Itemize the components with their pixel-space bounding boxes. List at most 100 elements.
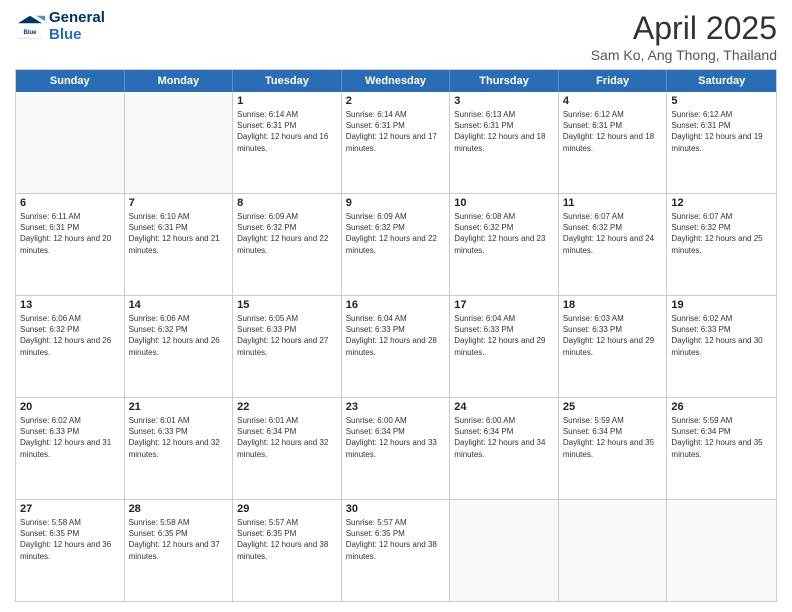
logo-general: General xyxy=(49,10,105,27)
calendar-cell-day-28: 28Sunrise: 5:58 AM Sunset: 6:35 PM Dayli… xyxy=(125,500,234,601)
sun-info: Sunrise: 6:05 AM Sunset: 6:33 PM Dayligh… xyxy=(237,313,337,358)
day-number: 15 xyxy=(237,299,337,311)
day-number: 17 xyxy=(454,299,554,311)
calendar-cell-day-22: 22 Sunrise: 6:01 AM Sunset: 6:34 PM Dayli… xyxy=(233,398,342,499)
sun-info: Sunrise: 6:06 AM Sunset: 6:32 PM Dayligh… xyxy=(20,313,120,358)
calendar-row-3: 13 Sunrise: 6:06 AM Sunset: 6:32 PM Dayli… xyxy=(16,296,776,398)
day-number: 14 xyxy=(129,299,229,311)
sun-info: Sunrise: 6:01 AM Sunset: 6:33 PM Dayligh… xyxy=(129,415,229,460)
sun-info: Sunrise: 6:07 AM Sunset: 6:32 PM Dayligh… xyxy=(671,211,772,256)
calendar-row-1: 1 Sunrise: 6:14 AM Sunset: 6:31 PM Daylig… xyxy=(16,92,776,194)
day-number: 25 xyxy=(563,401,663,413)
day-number: 12 xyxy=(671,197,772,209)
calendar-cell-empty xyxy=(125,92,234,193)
calendar-cell-empty xyxy=(450,500,559,601)
calendar-cell-day-12: 12 Sunrise: 6:07 AM Sunset: 6:32 PM Dayli… xyxy=(667,194,776,295)
calendar-cell-day-1: 1 Sunrise: 6:14 AM Sunset: 6:31 PM Daylig… xyxy=(233,92,342,193)
day-number: 30 xyxy=(346,503,446,515)
calendar-cell-day-27: 27 Sunrise: 5:58 AM Sunset: 6:35 PM Dayli… xyxy=(16,500,125,601)
day-number: 22 xyxy=(237,401,337,413)
sun-info: Sunrise: 5:59 AM Sunset: 6:34 PM Dayligh… xyxy=(563,415,663,460)
calendar-cell-day-9: 9 Sunrise: 6:09 AM Sunset: 6:32 PM Daylig… xyxy=(342,194,451,295)
sun-info: Sunrise: 5:58 AM Sunset: 6:35 PM Dayligh… xyxy=(20,517,120,562)
sun-info: Sunrise: 6:10 AM Sunset: 6:31 PM Dayligh… xyxy=(129,211,229,256)
calendar-cell-day-17: 17 Sunrise: 6:04 AM Sunset: 6:33 PM Dayli… xyxy=(450,296,559,397)
day-number: 1 xyxy=(237,95,337,107)
calendar-cell-empty xyxy=(16,92,125,193)
day-number: 27 xyxy=(20,503,120,515)
logo-icon: Blue xyxy=(15,12,45,42)
weekday-header-saturday: Saturday xyxy=(667,70,776,92)
sun-info: Sunrise: 6:13 AM Sunset: 6:31 PM Dayligh… xyxy=(454,109,554,154)
day-number: 24 xyxy=(454,401,554,413)
calendar-cell-day-13: 13 Sunrise: 6:06 AM Sunset: 6:32 PM Dayli… xyxy=(16,296,125,397)
sun-info: Sunrise: 6:07 AM Sunset: 6:32 PM Dayligh… xyxy=(563,211,663,256)
logo-text: General Blue xyxy=(49,10,105,43)
calendar-cell-day-11: 11 Sunrise: 6:07 AM Sunset: 6:32 PM Dayli… xyxy=(559,194,668,295)
sun-info: Sunrise: 6:03 AM Sunset: 6:33 PM Dayligh… xyxy=(563,313,663,358)
day-number: 26 xyxy=(671,401,772,413)
calendar-cell-day-23: 23 Sunrise: 6:00 AM Sunset: 6:34 PM Dayli… xyxy=(342,398,451,499)
sun-info: Sunrise: 6:11 AM Sunset: 6:31 PM Dayligh… xyxy=(20,211,120,256)
sun-info: Sunrise: 6:04 AM Sunset: 6:33 PM Dayligh… xyxy=(454,313,554,358)
sun-info: Sunrise: 6:06 AM Sunset: 6:32 PM Dayligh… xyxy=(129,313,229,358)
sun-info: Sunrise: 6:08 AM Sunset: 6:32 PM Dayligh… xyxy=(454,211,554,256)
svg-text:Blue: Blue xyxy=(23,29,37,35)
sun-info: Sunrise: 6:02 AM Sunset: 6:33 PM Dayligh… xyxy=(671,313,772,358)
sun-info: Sunrise: 6:12 AM Sunset: 6:31 PM Dayligh… xyxy=(671,109,772,154)
calendar-cell-day-7: 7Sunrise: 6:10 AM Sunset: 6:31 PM Daylig… xyxy=(125,194,234,295)
logo-blue: Blue xyxy=(49,27,105,44)
day-number: 23 xyxy=(346,401,446,413)
calendar-cell-day-3: 3 Sunrise: 6:13 AM Sunset: 6:31 PM Daylig… xyxy=(450,92,559,193)
calendar-cell-day-19: 19Sunrise: 6:02 AM Sunset: 6:33 PM Dayli… xyxy=(667,296,776,397)
calendar-cell-day-21: 21Sunrise: 6:01 AM Sunset: 6:33 PM Dayli… xyxy=(125,398,234,499)
day-number: 13 xyxy=(20,299,120,311)
day-number: 4 xyxy=(563,95,663,107)
day-number: 9 xyxy=(346,197,446,209)
sun-info: Sunrise: 6:01 AM Sunset: 6:34 PM Dayligh… xyxy=(237,415,337,460)
calendar-cell-day-29: 29Sunrise: 5:57 AM Sunset: 6:35 PM Dayli… xyxy=(233,500,342,601)
calendar-header: SundayMondayTuesdayWednesdayThursdayFrid… xyxy=(16,70,776,92)
day-number: 2 xyxy=(346,95,446,107)
sun-info: Sunrise: 6:00 AM Sunset: 6:34 PM Dayligh… xyxy=(454,415,554,460)
calendar-cell-day-30: 30Sunrise: 5:57 AM Sunset: 6:35 PM Dayli… xyxy=(342,500,451,601)
calendar-cell-day-4: 4 Sunrise: 6:12 AM Sunset: 6:31 PM Daylig… xyxy=(559,92,668,193)
sun-info: Sunrise: 6:09 AM Sunset: 6:32 PM Dayligh… xyxy=(237,211,337,256)
location-subtitle: Sam Ko, Ang Thong, Thailand xyxy=(591,47,777,63)
calendar-cell-day-20: 20 Sunrise: 6:02 AM Sunset: 6:33 PM Dayli… xyxy=(16,398,125,499)
calendar-cell-empty xyxy=(667,500,776,601)
sun-info: Sunrise: 6:12 AM Sunset: 6:31 PM Dayligh… xyxy=(563,109,663,154)
sun-info: Sunrise: 6:00 AM Sunset: 6:34 PM Dayligh… xyxy=(346,415,446,460)
sun-info: Sunrise: 6:09 AM Sunset: 6:32 PM Dayligh… xyxy=(346,211,446,256)
day-number: 6 xyxy=(20,197,120,209)
month-title: April 2025 xyxy=(591,10,777,47)
calendar-cell-day-26: 26 Sunrise: 5:59 AM Sunset: 6:34 PM Dayli… xyxy=(667,398,776,499)
calendar-cell-day-25: 25 Sunrise: 5:59 AM Sunset: 6:34 PM Dayli… xyxy=(559,398,668,499)
calendar-cell-day-18: 18Sunrise: 6:03 AM Sunset: 6:33 PM Dayli… xyxy=(559,296,668,397)
calendar-cell-empty xyxy=(559,500,668,601)
calendar-cell-day-6: 6 Sunrise: 6:11 AM Sunset: 6:31 PM Daylig… xyxy=(16,194,125,295)
calendar-cell-day-14: 14 Sunrise: 6:06 AM Sunset: 6:32 PM Dayli… xyxy=(125,296,234,397)
calendar-row-2: 6 Sunrise: 6:11 AM Sunset: 6:31 PM Daylig… xyxy=(16,194,776,296)
weekday-header-monday: Monday xyxy=(125,70,234,92)
weekday-header-thursday: Thursday xyxy=(450,70,559,92)
calendar: SundayMondayTuesdayWednesdayThursdayFrid… xyxy=(15,69,777,602)
day-number: 20 xyxy=(20,401,120,413)
calendar-cell-day-10: 10 Sunrise: 6:08 AM Sunset: 6:32 PM Dayli… xyxy=(450,194,559,295)
day-number: 5 xyxy=(671,95,772,107)
day-number: 10 xyxy=(454,197,554,209)
calendar-row-5: 27 Sunrise: 5:58 AM Sunset: 6:35 PM Dayli… xyxy=(16,500,776,601)
sun-info: Sunrise: 6:14 AM Sunset: 6:31 PM Dayligh… xyxy=(237,109,337,154)
weekday-header-sunday: Sunday xyxy=(16,70,125,92)
title-area: April 2025 Sam Ko, Ang Thong, Thailand xyxy=(591,10,777,63)
calendar-cell-day-15: 15 Sunrise: 6:05 AM Sunset: 6:33 PM Dayli… xyxy=(233,296,342,397)
sun-info: Sunrise: 6:04 AM Sunset: 6:33 PM Dayligh… xyxy=(346,313,446,358)
weekday-header-tuesday: Tuesday xyxy=(233,70,342,92)
calendar-cell-day-8: 8 Sunrise: 6:09 AM Sunset: 6:32 PM Daylig… xyxy=(233,194,342,295)
sun-info: Sunrise: 5:59 AM Sunset: 6:34 PM Dayligh… xyxy=(671,415,772,460)
day-number: 3 xyxy=(454,95,554,107)
day-number: 8 xyxy=(237,197,337,209)
calendar-cell-day-5: 5 Sunrise: 6:12 AM Sunset: 6:31 PM Daylig… xyxy=(667,92,776,193)
day-number: 11 xyxy=(563,197,663,209)
sun-info: Sunrise: 6:02 AM Sunset: 6:33 PM Dayligh… xyxy=(20,415,120,460)
